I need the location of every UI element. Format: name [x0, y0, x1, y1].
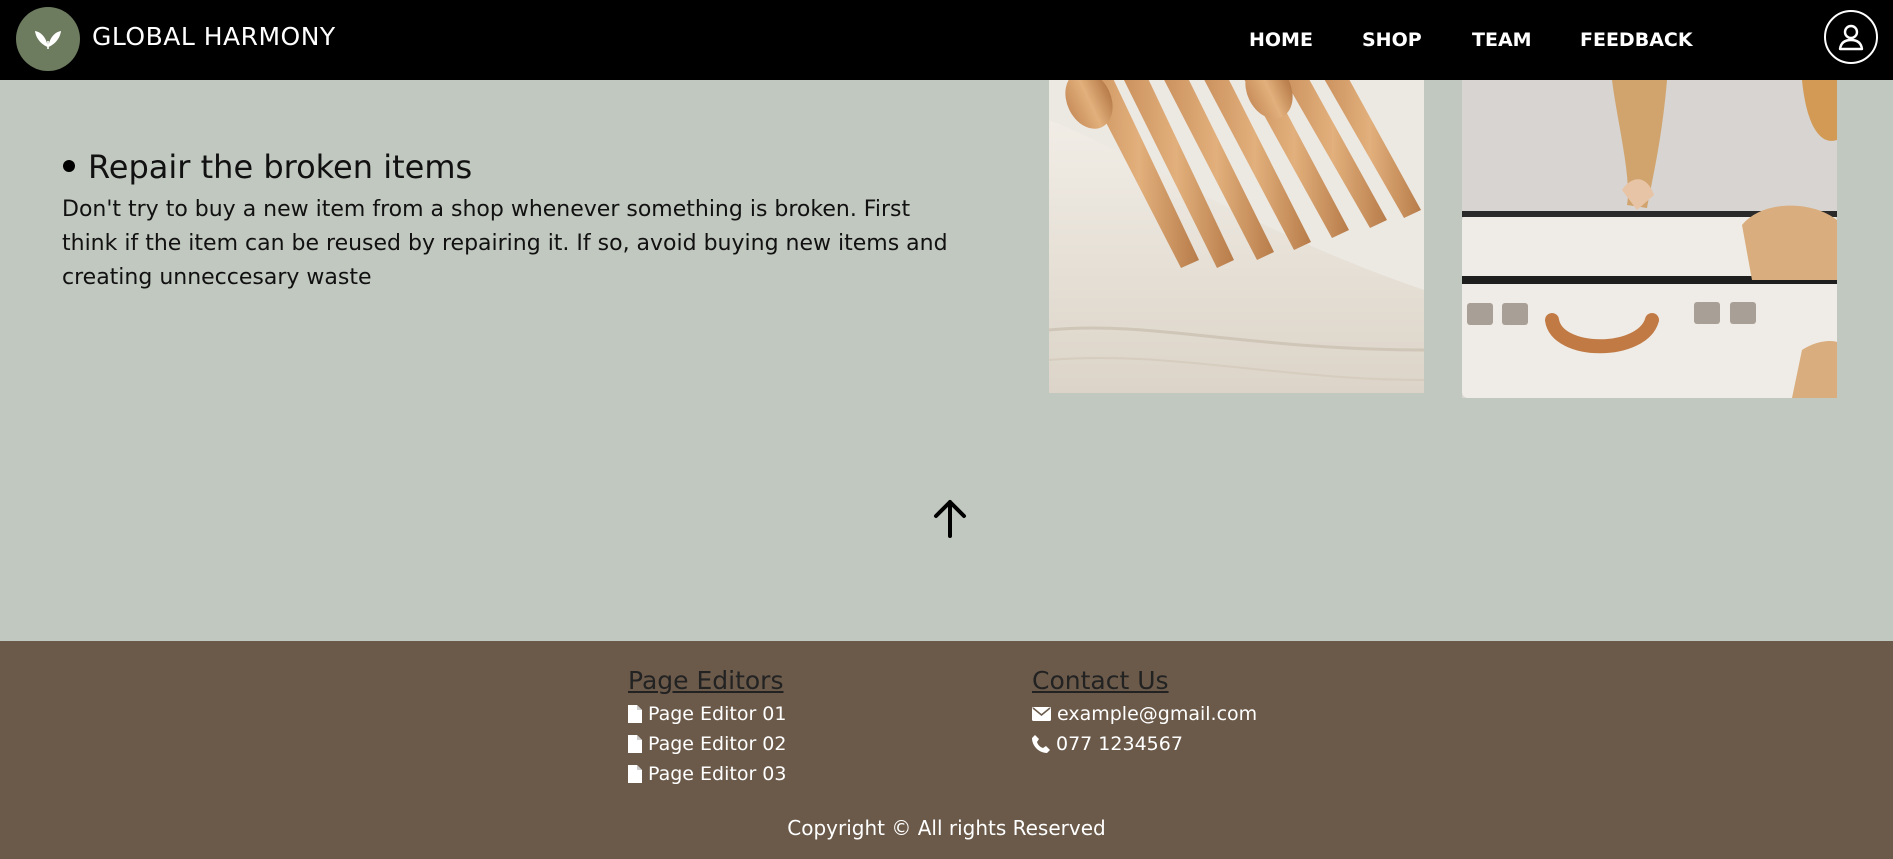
nav-home[interactable]: HOME [1249, 29, 1313, 51]
nav-shop[interactable]: SHOP [1362, 29, 1422, 51]
item-description: Don't try to buy a new item from a shop … [62, 197, 948, 290]
item-title: Repair the broken items [88, 148, 473, 186]
file-icon [628, 765, 642, 783]
top-navbar: GLOBAL HARMONY HOME SHOP TEAM FEEDBACK [0, 0, 1893, 80]
phone-link[interactable]: 077 1234567 [1032, 733, 1183, 755]
nav-team[interactable]: TEAM [1472, 29, 1532, 51]
suitcase-image [1462, 80, 1837, 398]
cutlery-image [1049, 80, 1424, 393]
editor-label: Page Editor 03 [648, 763, 787, 785]
logo[interactable] [16, 7, 80, 71]
back-to-top-button[interactable] [930, 496, 970, 540]
phone-text: 077 1234567 [1056, 733, 1183, 755]
editors-heading: Page Editors [628, 666, 784, 695]
editor-label: Page Editor 02 [648, 733, 787, 755]
file-icon [628, 705, 642, 723]
email-link[interactable]: example@gmail.com [1032, 703, 1257, 725]
phone-icon [1032, 735, 1050, 753]
editor-label: Page Editor 01 [648, 703, 787, 725]
nav-feedback[interactable]: FEEDBACK [1580, 29, 1693, 51]
file-icon [628, 735, 642, 753]
editor-link-03[interactable]: Page Editor 03 [628, 763, 786, 785]
profile-button[interactable] [1824, 10, 1878, 64]
contact-heading: Contact Us [1032, 666, 1169, 695]
footer: Page Editors Page Editor 01 Page Editor … [0, 641, 1893, 859]
arrow-up-icon [934, 500, 966, 538]
copyright: Copyright © All rights Reserved [787, 816, 1106, 840]
editor-link-01[interactable]: Page Editor 01 [628, 703, 786, 725]
email-text: example@gmail.com [1057, 703, 1258, 725]
list-bullet [63, 160, 75, 172]
editor-link-02[interactable]: Page Editor 02 [628, 733, 786, 755]
user-icon [1838, 24, 1864, 51]
brand-name[interactable]: GLOBAL HARMONY [92, 22, 336, 51]
envelope-icon [1032, 707, 1051, 721]
leaf-logo-icon [35, 31, 61, 49]
